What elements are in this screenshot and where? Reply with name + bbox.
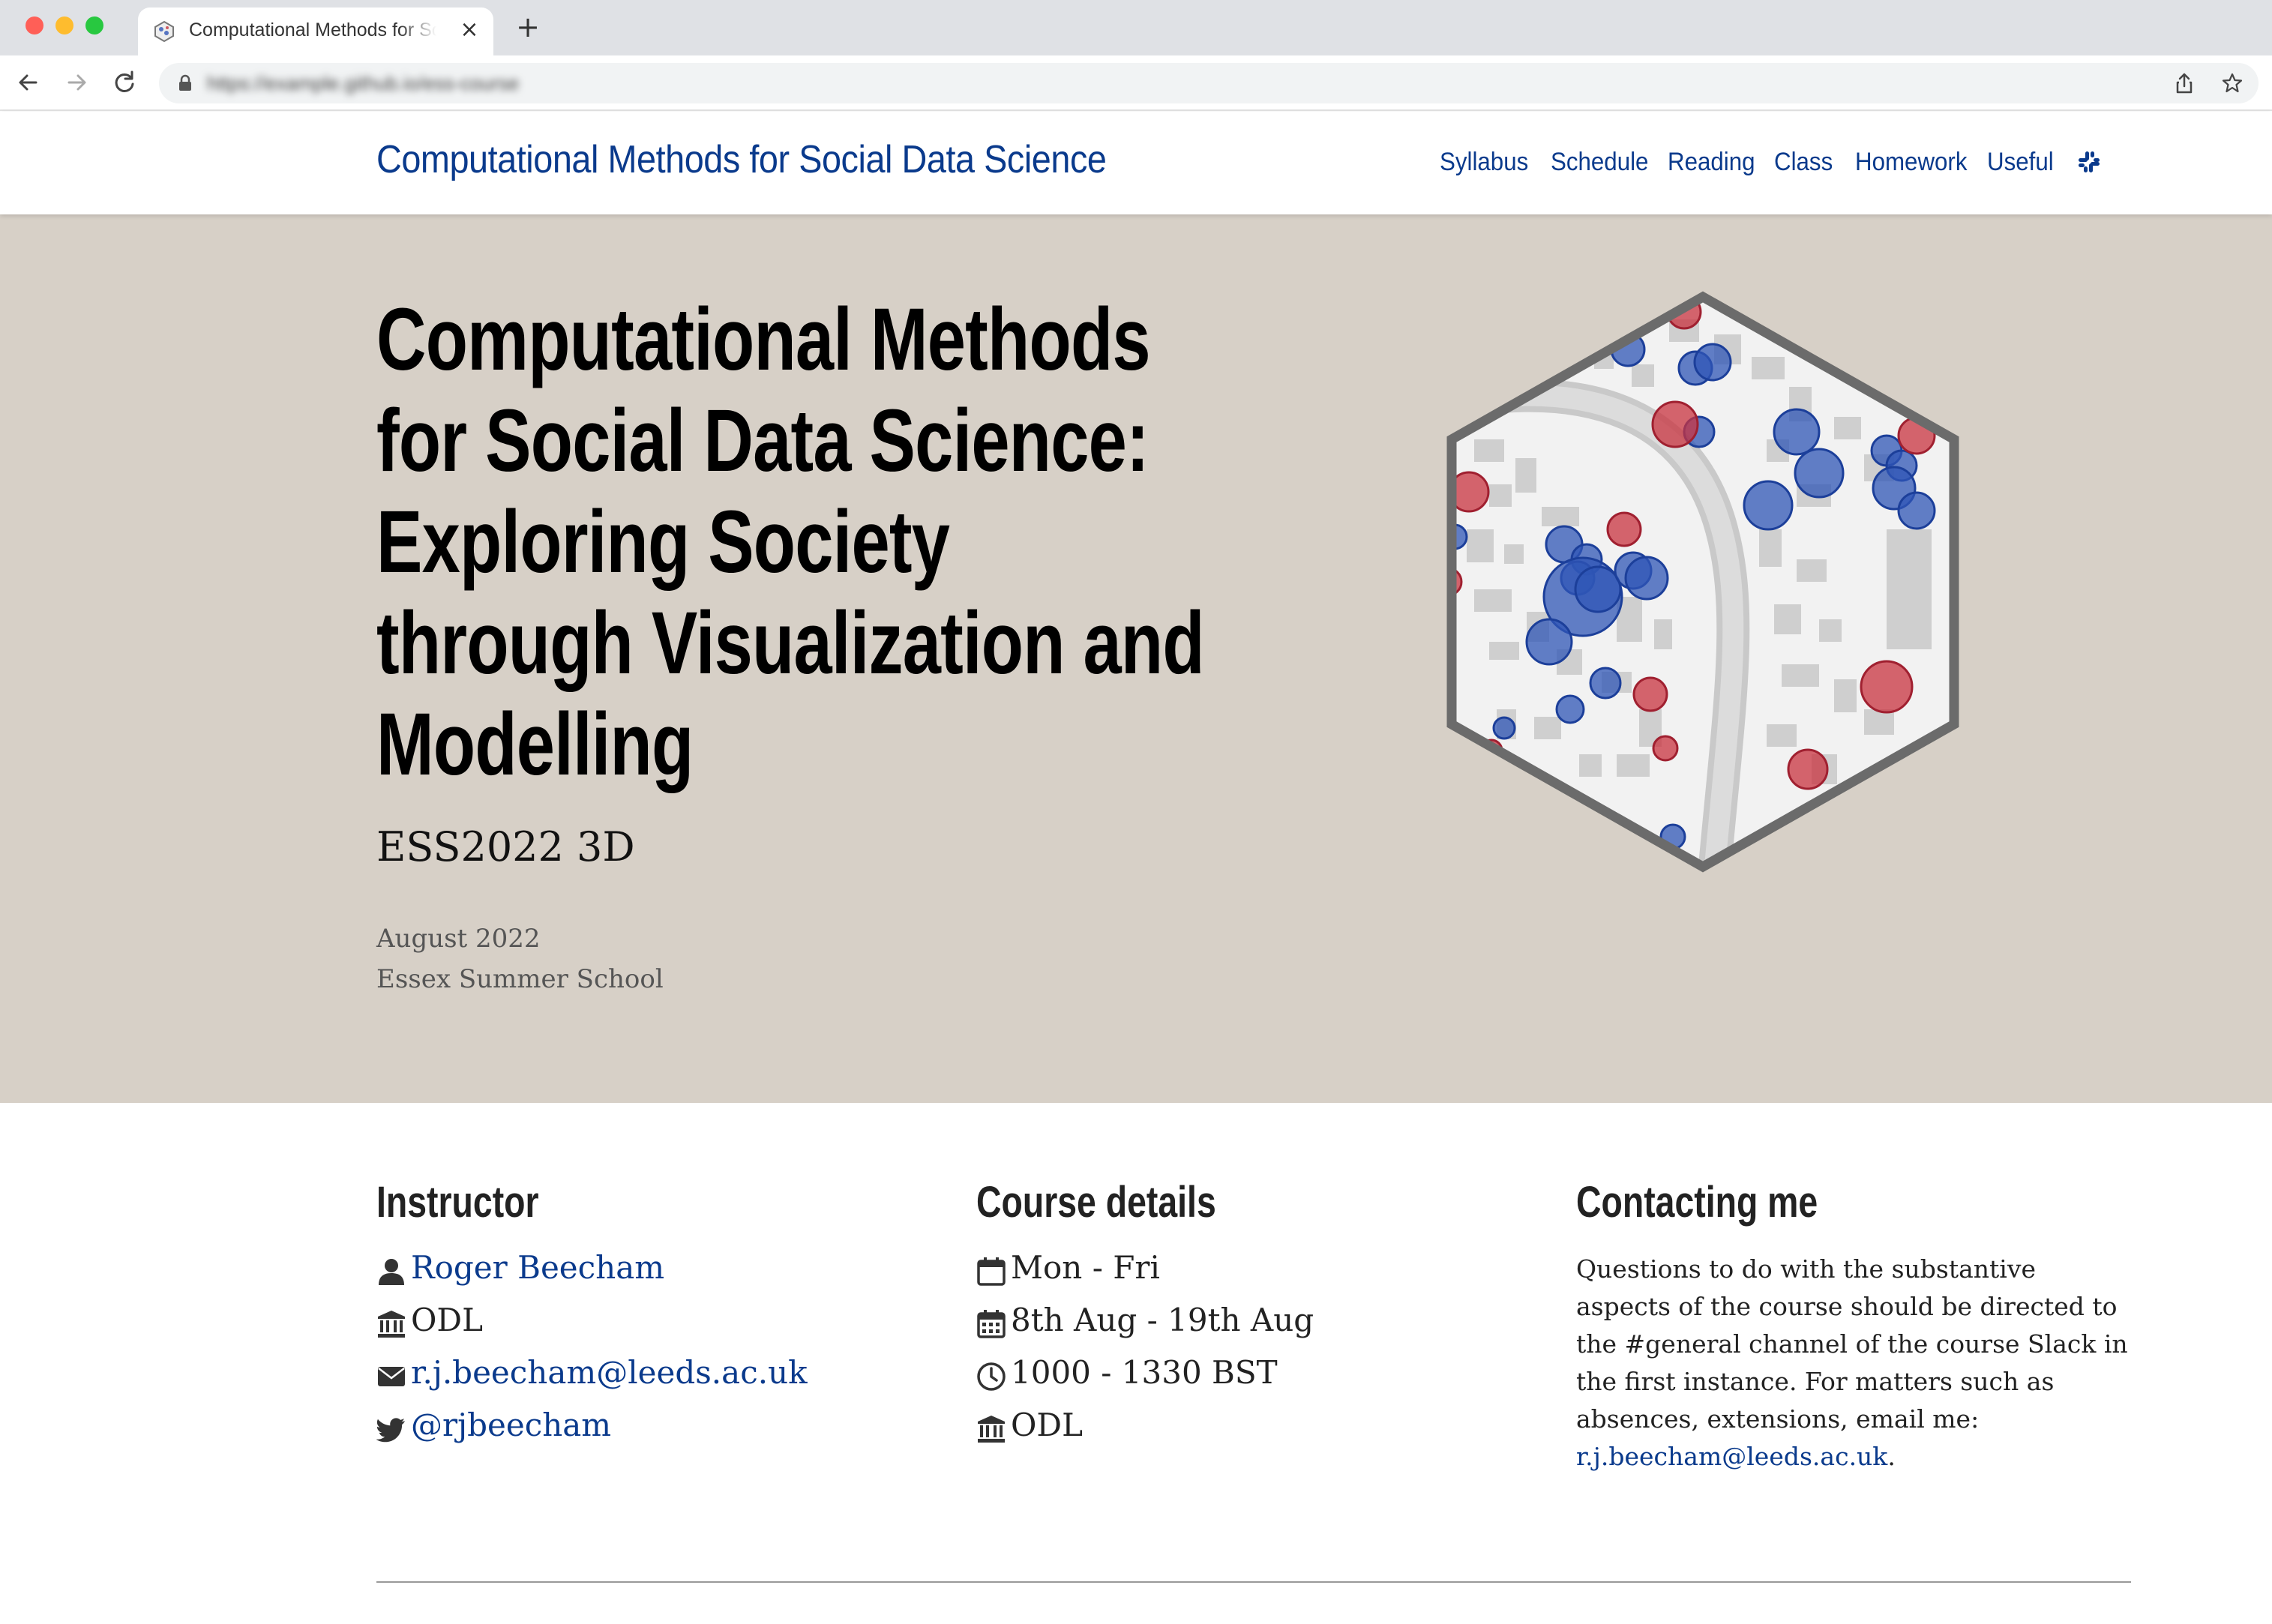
- calendar-dates-icon: [977, 1310, 1006, 1338]
- hero-title-line: for Social Data Science:: [376, 391, 1149, 490]
- instructor-email-link[interactable]: r.j.beecham@leeds.ac.uk: [411, 1354, 808, 1391]
- hero-section: Computational Methods for Social Data Sc…: [0, 214, 2272, 1103]
- slack-icon[interactable]: [2077, 150, 2101, 174]
- back-arrow-icon[interactable]: [12, 66, 45, 99]
- contact-heading: Contacting me: [1576, 1178, 1818, 1227]
- course-school: Essex Summer School: [376, 964, 664, 994]
- instructor-org: ODL: [411, 1302, 483, 1338]
- course-code: ESS2022 3D: [376, 823, 635, 870]
- hex-map-logo: [1446, 291, 1959, 873]
- nav-link-useful[interactable]: Useful: [1987, 148, 2054, 177]
- hero-title-line: through Visualization and: [376, 594, 1205, 693]
- contact-body: Questions to do with the substantive asp…: [1576, 1254, 2128, 1434]
- bookmark-star-icon[interactable]: [2221, 72, 2244, 94]
- tab-close-icon[interactable]: ×: [456, 16, 483, 43]
- hero-title-line: Computational Methods: [376, 290, 1151, 389]
- contact-text: Questions to do with the substantive asp…: [1576, 1251, 2131, 1476]
- twitter-icon: [376, 1418, 405, 1443]
- course-time: 1000 - 1330 BST: [1011, 1354, 1278, 1391]
- browser-tab[interactable]: Computational Methods for Social Data Sc…: [138, 7, 493, 55]
- contact-email-link[interactable]: r.j.beecham@leeds.ac.uk: [1576, 1442, 1887, 1471]
- window-minimize-button[interactable]: [55, 16, 73, 34]
- url-text: https://example.github.io/ess-course: [207, 72, 520, 94]
- calendar-icon: [977, 1257, 1006, 1286]
- hero-title: Computational Methods for Social Data Sc…: [376, 289, 1254, 796]
- instructor-name-link[interactable]: Roger Beecham: [411, 1249, 664, 1286]
- course-details-heading: Course details: [976, 1178, 1216, 1227]
- lock-icon: [179, 74, 191, 91]
- course-dates: 8th Aug - 19th Aug: [1011, 1302, 1314, 1338]
- nav-link-syllabus[interactable]: Syllabus: [1440, 148, 1528, 177]
- browser-toolbar: https://example.github.io/ess-course: [0, 55, 2272, 111]
- course-details-section: Course details Mon - Fri 8th Aug - 19th …: [976, 1177, 1501, 1492]
- nav-link-schedule[interactable]: Schedule: [1551, 148, 1648, 177]
- instructor-twitter-link[interactable]: @rjbeecham: [411, 1407, 611, 1443]
- instructor-heading: Instructor: [376, 1178, 539, 1227]
- new-tab-button[interactable]: +: [513, 12, 543, 42]
- window-close-button[interactable]: [25, 16, 43, 34]
- institution-icon: [978, 1416, 1005, 1443]
- nav-link-class[interactable]: Class: [1774, 148, 1833, 177]
- course-days: Mon - Fri: [1011, 1249, 1160, 1286]
- hero-title-line: Exploring Society: [376, 493, 950, 592]
- contact-section: Contacting me Questions to do with the s…: [1576, 1177, 2146, 1492]
- envelope-icon: [378, 1367, 405, 1386]
- tab-title: Computational Methods for Social Data Sc…: [189, 19, 436, 40]
- reload-icon[interactable]: [108, 66, 141, 99]
- course-location: ODL: [1011, 1407, 1083, 1443]
- forward-arrow-icon[interactable]: [60, 66, 93, 99]
- section-divider: [376, 1581, 2131, 1583]
- address-bar[interactable]: https://example.github.io/ess-course: [159, 63, 2259, 103]
- hero-title-line: Modelling: [376, 695, 694, 794]
- clock-icon: [977, 1362, 1006, 1391]
- instructor-section: Instructor Roger Beecham ODL r.j.beecham…: [376, 1177, 901, 1492]
- nav-link-reading[interactable]: Reading: [1668, 148, 1755, 177]
- site-favicon-icon: [154, 20, 174, 43]
- course-date: August 2022: [376, 924, 541, 954]
- user-icon: [379, 1259, 404, 1285]
- nav-link-homework[interactable]: Homework: [1855, 148, 1967, 177]
- institution-icon: [378, 1311, 405, 1338]
- contact-period: .: [1887, 1442, 1896, 1471]
- window-zoom-button[interactable]: [85, 16, 103, 34]
- site-brand-link[interactable]: Computational Methods for Social Data Sc…: [376, 137, 1107, 182]
- browser-tab-bar: Computational Methods for Social Data Sc…: [0, 0, 2272, 55]
- site-navbar: Computational Methods for Social Data Sc…: [0, 112, 2272, 214]
- share-icon[interactable]: [2173, 72, 2196, 94]
